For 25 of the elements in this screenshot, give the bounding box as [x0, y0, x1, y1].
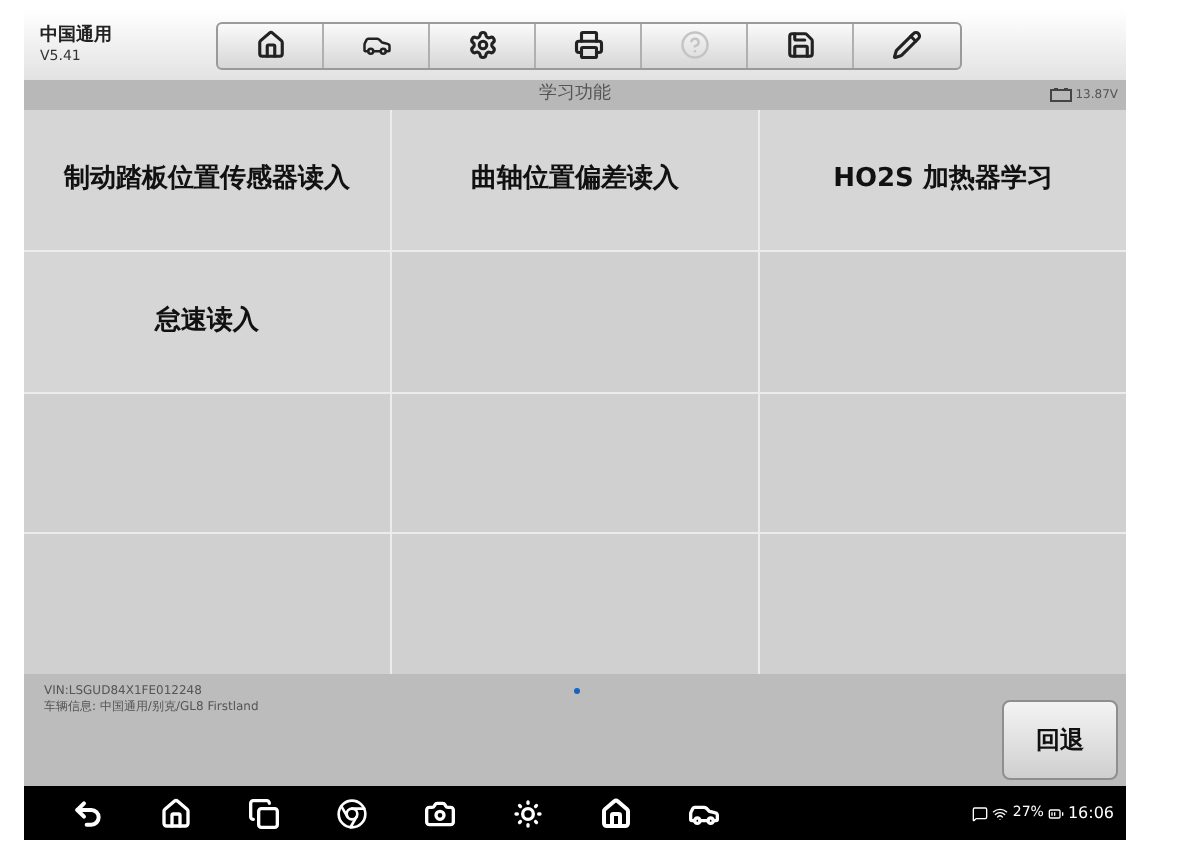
brand-name: 中国通用: [40, 27, 114, 45]
home-icon[interactable]: [160, 797, 192, 829]
settings-icon: [467, 30, 497, 60]
recent-apps-icon[interactable]: [248, 797, 280, 829]
message-icon: [972, 805, 989, 821]
back-button[interactable]: 回退: [1002, 700, 1118, 780]
home-icon: [255, 30, 285, 60]
printer-icon: [573, 30, 603, 60]
camera-icon[interactable]: [424, 797, 456, 829]
brightness-icon[interactable]: [512, 797, 544, 829]
back-icon[interactable]: [72, 797, 104, 829]
battery-icon: [1047, 805, 1064, 821]
page-title: 学习功能: [539, 81, 611, 108]
pencil-icon: [892, 30, 922, 60]
function-tile[interactable]: HO2S 加热器学习: [760, 110, 1126, 250]
home-icon[interactable]: [600, 797, 632, 829]
function-tile[interactable]: 制动踏板位置传感器读入: [24, 110, 390, 250]
wifi-icon: [992, 805, 1009, 821]
save-icon: [785, 30, 815, 60]
help-icon: [679, 30, 709, 60]
function-tile[interactable]: 怠速读入: [24, 251, 390, 391]
browser-icon[interactable]: [336, 797, 368, 829]
clock-time: 16:06: [1067, 801, 1114, 825]
battery-icon: [1049, 88, 1072, 102]
function-tile[interactable]: 曲轴位置偏差读入: [392, 110, 758, 250]
